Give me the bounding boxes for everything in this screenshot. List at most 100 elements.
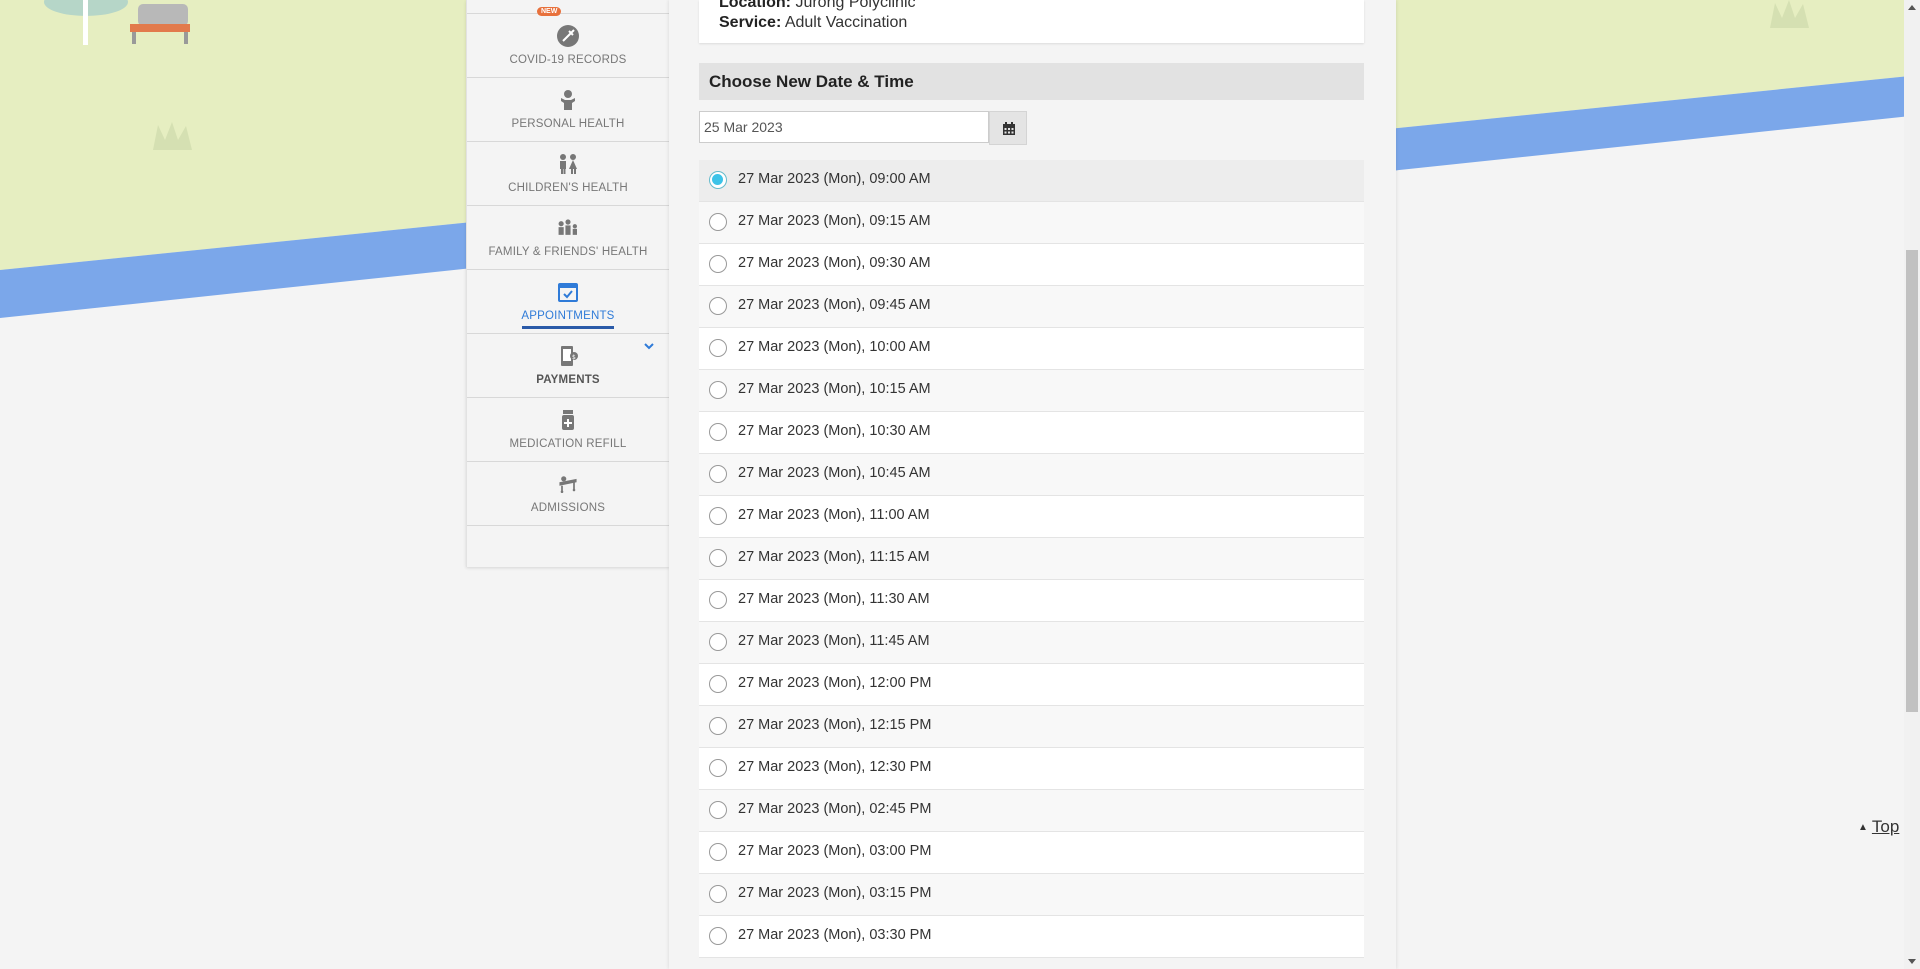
children-icon <box>560 154 577 174</box>
sidebar-item-personal-health[interactable]: PERSONAL HEALTH <box>467 78 669 142</box>
time-slot-row[interactable]: 27 Mar 2023 (Mon), 09:45 AM <box>699 286 1364 328</box>
date-input[interactable] <box>699 111 989 143</box>
top-link-label: Top <box>1871 817 1900 836</box>
time-slot-row[interactable]: 27 Mar 2023 (Mon), 02:45 PM <box>699 790 1364 832</box>
time-slot-radio[interactable] <box>709 339 727 357</box>
sidebar-item-label: ADMISSIONS <box>530 502 606 514</box>
time-slot-row[interactable]: 27 Mar 2023 (Mon), 11:00 AM <box>699 496 1364 538</box>
location-label: Location: <box>719 0 791 11</box>
service-line: Service: Adult Vaccination <box>719 14 907 32</box>
new-badge: NEW <box>537 7 562 16</box>
time-slot-row[interactable]: 27 Mar 2023 (Mon), 09:15 AM <box>699 202 1364 244</box>
time-slot-row[interactable]: 27 Mar 2023 (Mon), 10:45 AM <box>699 454 1364 496</box>
sidebar-item-medication-refill[interactable]: MEDICATION REFILL <box>467 398 669 462</box>
sidebar-item-label: PERSONAL HEALTH <box>511 118 625 130</box>
time-slot-radio[interactable] <box>709 213 727 231</box>
time-slot-label: 27 Mar 2023 (Mon), 09:15 AM <box>738 213 931 229</box>
time-slot-label: 27 Mar 2023 (Mon), 09:00 AM <box>738 171 931 187</box>
sidebar-item-admissions[interactable]: ADMISSIONS <box>467 462 669 526</box>
time-slot-row[interactable]: 27 Mar 2023 (Mon), 11:45 AM <box>699 622 1364 664</box>
time-slot-row[interactable]: 27 Mar 2023 (Mon), 03:30 PM <box>699 916 1364 958</box>
time-slot-label: 27 Mar 2023 (Mon), 11:15 AM <box>738 549 930 565</box>
time-slot-label: 27 Mar 2023 (Mon), 02:45 PM <box>738 801 932 817</box>
time-slot-row[interactable]: 27 Mar 2023 (Mon), 09:00 AM <box>699 160 1364 202</box>
time-slot-label: 27 Mar 2023 (Mon), 03:15 PM <box>738 885 932 901</box>
sidebar-item-label: FAMILY & FRIENDS' HEALTH <box>488 246 648 258</box>
scroll-down-arrow[interactable] <box>1908 959 1916 964</box>
time-slot-row[interactable]: 27 Mar 2023 (Mon), 12:15 PM <box>699 706 1364 748</box>
main-panel: Location: Jurong Polyclinic Service: Adu… <box>669 0 1396 969</box>
sidebar-item-label: PAYMENTS <box>536 374 600 386</box>
time-slot-row[interactable]: 27 Mar 2023 (Mon), 11:15 AM <box>699 538 1364 580</box>
medicine-bottle-icon <box>562 410 574 430</box>
sidebar-item-previous[interactable] <box>467 0 669 14</box>
time-slot-radio[interactable] <box>709 633 727 651</box>
time-slot-label: 27 Mar 2023 (Mon), 11:00 AM <box>738 507 930 523</box>
time-slot-row[interactable]: 27 Mar 2023 (Mon), 10:00 AM <box>699 328 1364 370</box>
time-slot-row[interactable]: 27 Mar 2023 (Mon), 09:30 AM <box>699 244 1364 286</box>
chevron-down-icon[interactable] <box>643 340 655 352</box>
appointment-info-card: Location: Jurong Polyclinic Service: Adu… <box>699 0 1364 43</box>
time-slot-label: 27 Mar 2023 (Mon), 09:45 AM <box>738 297 931 313</box>
calendar-button[interactable] <box>989 111 1027 145</box>
sidebar-nav: NEW COVID-19 RECORDS PERSONAL HEALTH CHI… <box>466 0 670 567</box>
time-slot-radio[interactable] <box>709 927 727 945</box>
syringe-icon <box>557 25 579 47</box>
page-scrollbar[interactable] <box>1904 0 1920 969</box>
scroll-up-arrow[interactable] <box>1908 5 1916 10</box>
time-slot-label: 27 Mar 2023 (Mon), 03:30 PM <box>738 927 932 943</box>
sidebar-item-family-friends-health[interactable]: FAMILY & FRIENDS' HEALTH <box>467 206 669 270</box>
time-slot-label: 27 Mar 2023 (Mon), 10:30 AM <box>738 423 931 439</box>
sidebar-item-label: COVID-19 RECORDS <box>509 54 627 66</box>
sidebar-item-covid19-records[interactable]: NEW COVID-19 RECORDS <box>467 7 669 78</box>
time-slot-radio[interactable] <box>709 255 727 273</box>
active-indicator <box>522 326 614 329</box>
scroll-thumb[interactable] <box>1906 250 1918 712</box>
time-slot-row[interactable]: 27 Mar 2023 (Mon), 03:00 PM <box>699 832 1364 874</box>
sidebar-item-childrens-health[interactable]: CHILDREN'S HEALTH <box>467 142 669 206</box>
time-slot-row[interactable]: 27 Mar 2023 (Mon), 03:15 PM <box>699 874 1364 916</box>
section-title: Choose New Date & Time <box>709 72 914 91</box>
time-slot-radio[interactable] <box>709 801 727 819</box>
person-icon <box>561 90 575 110</box>
hospital-bed-icon <box>559 476 577 493</box>
time-slot-row[interactable]: 27 Mar 2023 (Mon), 11:30 AM <box>699 580 1364 622</box>
time-slot-radio[interactable] <box>709 717 727 735</box>
time-slot-radio[interactable] <box>709 675 727 693</box>
time-slot-row[interactable]: 27 Mar 2023 (Mon), 12:30 PM <box>699 748 1364 790</box>
family-icon <box>558 219 577 235</box>
time-slot-radio[interactable] <box>709 171 727 189</box>
section-header: Choose New Date & Time <box>699 63 1364 100</box>
back-to-top-link[interactable]: ▲ Top <box>1858 817 1899 837</box>
time-slot-radio[interactable] <box>709 843 727 861</box>
time-slot-radio[interactable] <box>709 423 727 441</box>
time-slot-label: 27 Mar 2023 (Mon), 12:00 PM <box>738 675 932 691</box>
time-slot-row[interactable]: 27 Mar 2023 (Mon), 10:15 AM <box>699 370 1364 412</box>
calendar-check-icon <box>558 283 578 302</box>
payment-phone-icon: $ <box>561 346 578 366</box>
time-slot-radio[interactable] <box>709 591 727 609</box>
time-slot-radio[interactable] <box>709 549 727 567</box>
sidebar-item-payments[interactable]: $ PAYMENTS <box>467 334 669 398</box>
location-value: Jurong Polyclinic <box>795 0 916 11</box>
time-slot-radio[interactable] <box>709 885 727 903</box>
time-slot-radio[interactable] <box>709 381 727 399</box>
time-slot-row[interactable]: 27 Mar 2023 (Mon), 12:00 PM <box>699 664 1364 706</box>
sidebar-item-label: CHILDREN'S HEALTH <box>508 182 628 194</box>
time-slot-radio[interactable] <box>709 759 727 777</box>
time-slot-label: 27 Mar 2023 (Mon), 12:15 PM <box>738 717 932 733</box>
time-slot-radio[interactable] <box>709 507 727 525</box>
time-slot-radio[interactable] <box>709 465 727 483</box>
time-slot-row[interactable]: 27 Mar 2023 (Mon), 10:30 AM <box>699 412 1364 454</box>
caret-up-icon: ▲ <box>1858 822 1868 833</box>
time-slot-label: 27 Mar 2023 (Mon), 11:45 AM <box>738 633 930 649</box>
time-slot-list: 27 Mar 2023 (Mon), 09:00 AM 27 Mar 2023 (… <box>699 160 1364 958</box>
time-slot-label: 27 Mar 2023 (Mon), 10:45 AM <box>738 465 931 481</box>
time-slot-radio[interactable] <box>709 297 727 315</box>
time-slot-label: 27 Mar 2023 (Mon), 10:00 AM <box>738 339 931 355</box>
sidebar-item-appointments[interactable]: APPOINTMENTS <box>467 270 669 334</box>
location-line: Location: Jurong Polyclinic <box>719 0 916 12</box>
service-value: Adult Vaccination <box>784 14 908 31</box>
time-slot-label: 27 Mar 2023 (Mon), 12:30 PM <box>738 759 932 775</box>
svg-text:$: $ <box>572 354 576 361</box>
